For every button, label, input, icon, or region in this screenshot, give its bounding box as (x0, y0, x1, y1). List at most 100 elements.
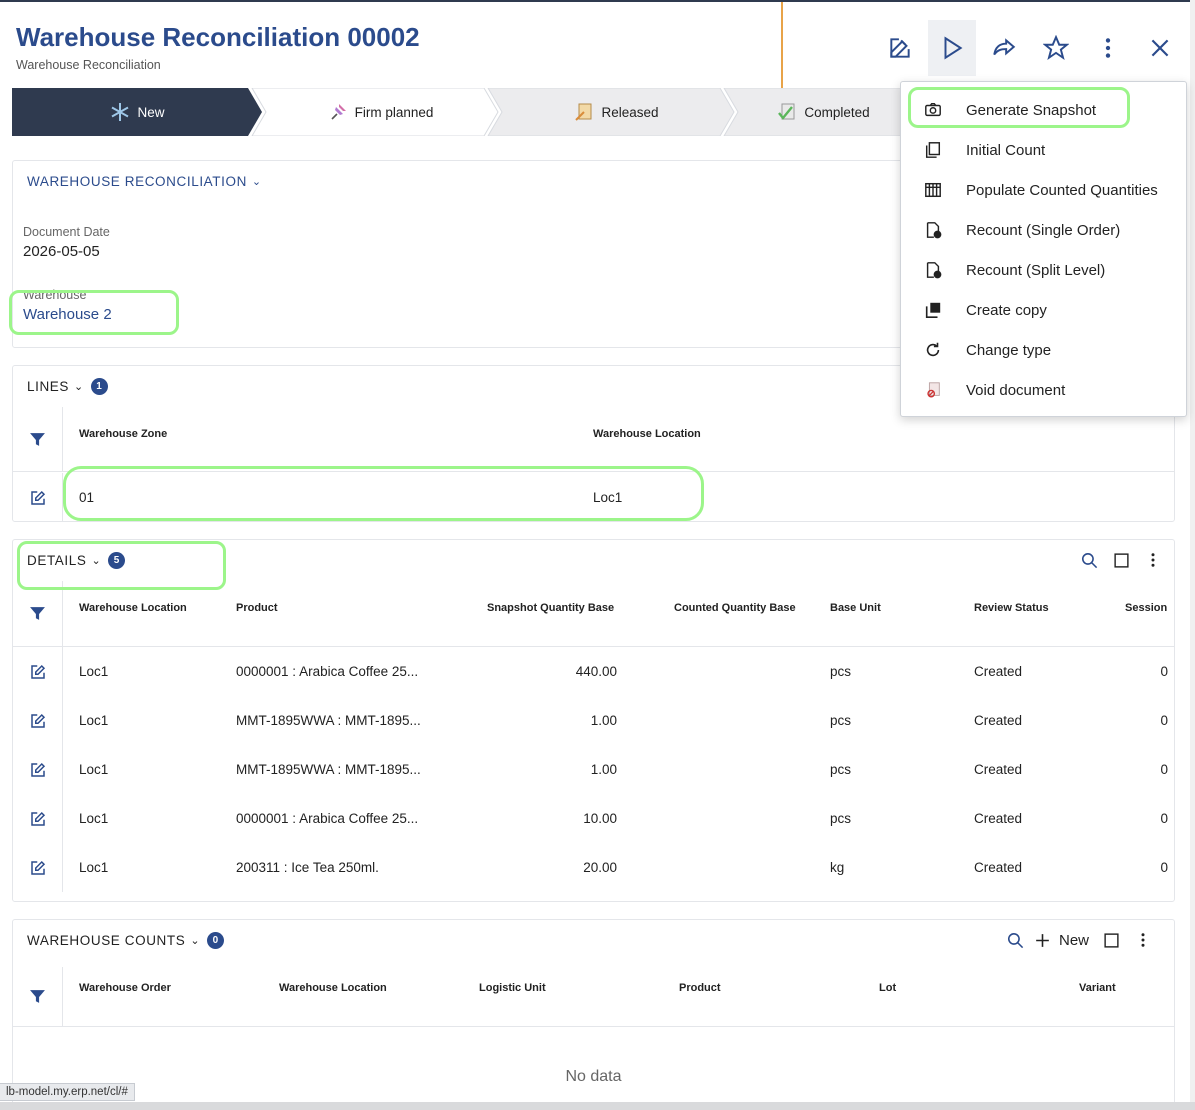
details-section: DETAILS ⌄ 5 Warehouse Location Product S… (12, 539, 1175, 902)
plus-icon (1035, 933, 1049, 947)
scrollbar[interactable] (1190, 0, 1195, 1110)
filter-button[interactable] (13, 967, 63, 1026)
close-icon (1151, 39, 1169, 57)
menu-item-create-copy[interactable]: Create copy (901, 290, 1186, 330)
close-button[interactable] (1136, 20, 1184, 76)
search-icon (1007, 932, 1023, 948)
refresh-icon (923, 340, 943, 360)
location-cell: Loc1 (79, 860, 109, 875)
column-header[interactable]: Variant (1079, 982, 1116, 994)
edit-row-button[interactable] (13, 794, 63, 843)
filter-button[interactable] (13, 407, 63, 471)
search-button[interactable] (1073, 546, 1105, 574)
edit-button[interactable] (876, 20, 924, 76)
menu-item-populate-counted[interactable]: Populate Counted Quantities (901, 170, 1186, 210)
location-cell: Loc1 (79, 664, 109, 679)
column-header[interactable]: Warehouse Location (593, 428, 701, 440)
filter-icon (30, 432, 45, 446)
warehouse-counts-section: WAREHOUSE COUNTS ⌄ 0 New Warehouse Order… (12, 919, 1175, 1109)
menu-item-recount-split[interactable]: Recount (Split Level) (901, 250, 1186, 290)
more-button[interactable] (1137, 546, 1169, 574)
details-toolbar (1073, 546, 1169, 574)
menu-item-void-document[interactable]: Void document (901, 370, 1186, 410)
table-row[interactable]: 01 Loc1 (13, 473, 1174, 522)
more-button[interactable] (1084, 20, 1132, 76)
camera-icon (923, 100, 943, 120)
edit-icon (30, 664, 45, 679)
void-document-icon (923, 380, 943, 400)
lines-section-header[interactable]: LINES ⌄ 1 (27, 378, 108, 395)
general-section-header[interactable]: WAREHOUSE RECONCILIATION ⌄ (27, 174, 262, 189)
details-section-header[interactable]: DETAILS ⌄ 5 (27, 552, 126, 569)
location-cell: Loc1 (79, 811, 109, 826)
warehouse-link[interactable]: Warehouse 2 (23, 306, 112, 323)
play-icon (944, 36, 963, 60)
menu-item-label: Recount (Single Order) (966, 221, 1121, 239)
menu-item-generate-snapshot[interactable]: Generate Snapshot (901, 90, 1186, 130)
menu-item-recount-single[interactable]: Recount (Single Order) (901, 210, 1186, 250)
copy-pages-icon (923, 140, 943, 160)
run-button[interactable] (928, 20, 976, 76)
product-cell: 0000001 : Arabica Coffee 25... (236, 811, 419, 826)
session-cell: 0 (1160, 860, 1168, 875)
column-header[interactable]: Review Status (974, 602, 1049, 614)
more-button[interactable] (1127, 926, 1159, 954)
zone-cell: 01 (79, 490, 95, 505)
filter-button[interactable] (13, 581, 63, 646)
unit-cell: pcs (830, 664, 852, 679)
session-cell: 0 (1160, 664, 1168, 679)
edit-row-button[interactable] (13, 745, 63, 794)
add-button[interactable] (1031, 926, 1053, 954)
menu-item-label: Populate Counted Quantities (966, 181, 1158, 199)
column-header[interactable]: Product (679, 982, 721, 994)
step-completed[interactable]: Completed (734, 88, 912, 136)
counts-toolbar: New (999, 926, 1159, 954)
column-header[interactable]: Warehouse Location (79, 602, 187, 614)
checkbox-icon (1113, 552, 1129, 568)
column-header[interactable]: Logistic Unit (479, 982, 546, 994)
bottom-scrollbar[interactable] (0, 1102, 1195, 1110)
step-firm-planned[interactable]: Firm planned (262, 88, 498, 136)
document-check-icon (923, 220, 943, 240)
column-header[interactable]: Warehouse Zone (79, 428, 167, 440)
step-released[interactable]: Released (498, 88, 734, 136)
filter-icon (30, 990, 45, 1003)
menu-item-change-type[interactable]: Change type (901, 330, 1186, 370)
chevron-down-icon: ⌄ (91, 555, 102, 567)
column-header[interactable]: Product (236, 602, 278, 614)
unit-cell: pcs (830, 713, 852, 728)
edit-row-button[interactable] (13, 843, 63, 892)
new-button[interactable]: New (1059, 932, 1089, 949)
counts-section-header[interactable]: WAREHOUSE COUNTS ⌄ 0 (27, 932, 225, 949)
checkbox-icon (1103, 932, 1119, 948)
page-title: Warehouse Reconciliation 00002 (16, 22, 420, 52)
table-row[interactable]: Loc1 0000001 : Arabica Coffee 25... 440.00… (13, 647, 1174, 696)
pin-icon (327, 101, 349, 123)
table-row[interactable]: Loc1 200311 : Ice Tea 250ml. 20.00 kg Create… (13, 843, 1174, 892)
column-header[interactable]: Counted Quantity Base (674, 602, 796, 614)
menu-item-label: Create copy (966, 301, 1047, 319)
column-header[interactable]: Base Unit (830, 602, 881, 614)
search-button[interactable] (999, 926, 1031, 954)
edit-row-button[interactable] (13, 696, 63, 745)
column-header[interactable]: Session (1125, 602, 1167, 614)
favorite-button[interactable] (1032, 20, 1080, 76)
edit-row-button[interactable] (13, 647, 63, 696)
select-all-checkbox[interactable] (1095, 926, 1127, 954)
column-header[interactable]: Snapshot Quantity Base (487, 602, 614, 614)
edit-row-button[interactable] (13, 473, 63, 522)
share-button[interactable] (980, 20, 1028, 76)
count-badge: 1 (90, 378, 108, 395)
column-header[interactable]: Warehouse Order (79, 982, 171, 994)
more-vertical-icon (1105, 38, 1111, 58)
menu-item-initial-count[interactable]: Initial Count (901, 130, 1186, 170)
snowflake-icon (109, 101, 131, 123)
select-all-checkbox[interactable] (1105, 546, 1137, 574)
step-new[interactable]: New (12, 88, 262, 136)
column-header[interactable]: Warehouse Location (279, 982, 387, 994)
table-row[interactable]: Loc1 0000001 : Arabica Coffee 25... 10.00 p… (13, 794, 1174, 843)
table-row[interactable]: Loc1 MMT-1895WWA : MMT-1895... 1.00 pcs Crea… (13, 745, 1174, 794)
table-row[interactable]: Loc1 MMT-1895WWA : MMT-1895... 1.00 pcs Crea… (13, 696, 1174, 745)
column-header[interactable]: Lot (879, 982, 896, 994)
step-label: Completed (804, 104, 870, 120)
